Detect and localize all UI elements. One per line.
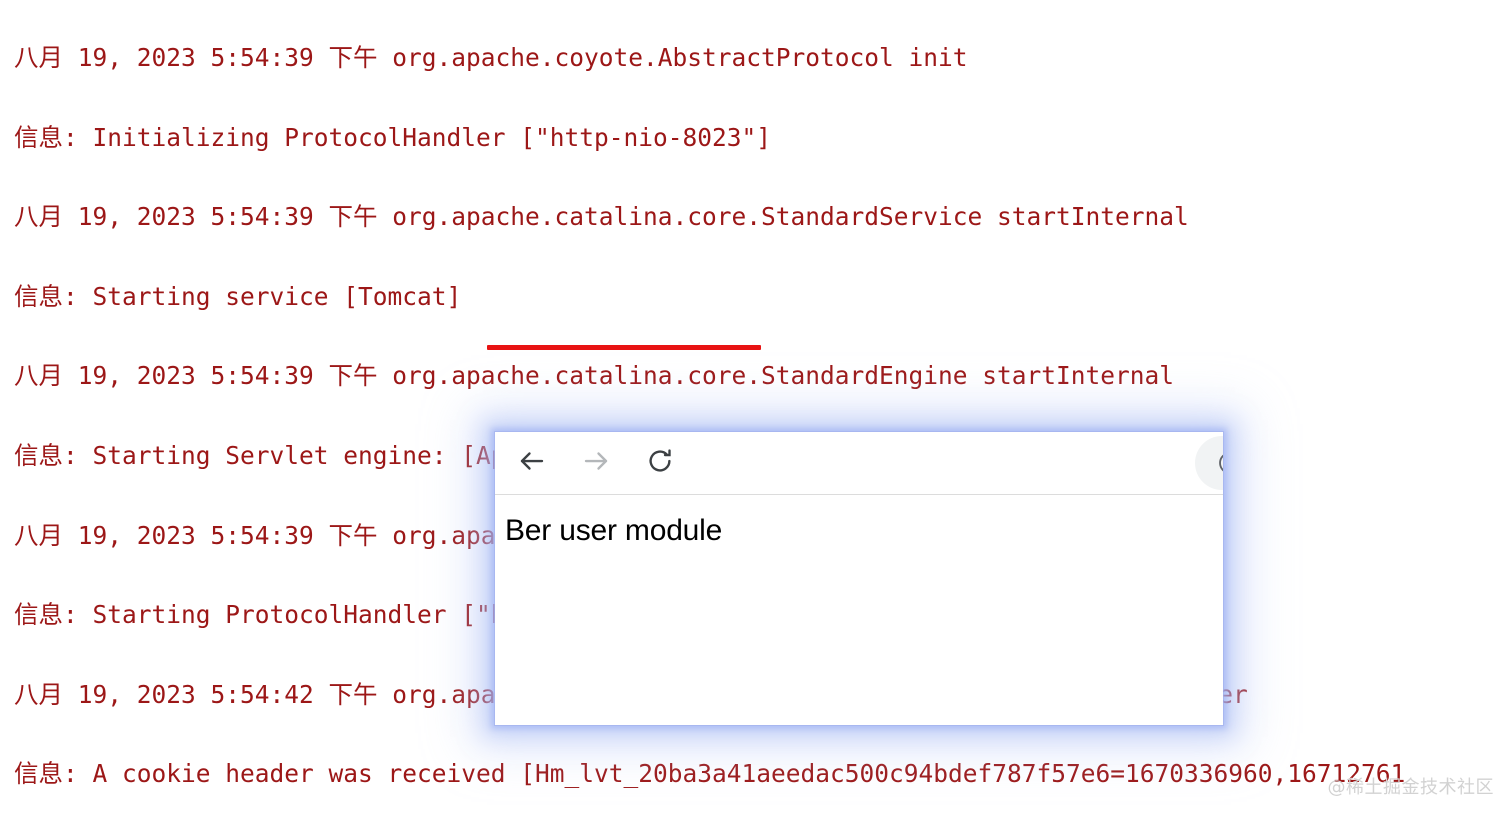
address-bar[interactable]: localhost:8023/test <box>1195 436 1223 490</box>
browser-toolbar: localhost:8023/test <box>495 432 1223 495</box>
log-line: 信息: A cookie header was received [Hm_lvt… <box>14 759 1406 789</box>
forward-arrow-icon <box>581 446 611 481</box>
browser-window: localhost:8023/test Ber user module <box>495 432 1223 725</box>
reload-icon <box>645 446 675 481</box>
page-body-text: Ber user module <box>505 514 723 547</box>
forward-button[interactable] <box>573 440 619 486</box>
back-arrow-icon <box>517 446 547 481</box>
watermark: @稀土掘金技术社区 <box>1327 777 1494 798</box>
reload-button[interactable] <box>637 440 683 486</box>
browser-viewport: Ber user module <box>495 495 1223 725</box>
site-information-icon[interactable] <box>1217 450 1223 476</box>
back-button[interactable] <box>509 440 555 486</box>
log-line: 八月 19, 2023 5:54:39 下午 org.apache.catali… <box>14 361 1175 391</box>
log-line: 信息: Initializing ProtocolHandler ["http-… <box>14 122 772 152</box>
log-line: 八月 19, 2023 5:54:39 下午 org.apache.coyote… <box>14 43 968 72</box>
red-underline-annotation <box>487 345 761 350</box>
log-line: 八月 19, 2023 5:54:39 下午 org.apache.catali… <box>14 202 1189 232</box>
log-line: 信息: Starting service [Tomcat] <box>14 281 462 311</box>
